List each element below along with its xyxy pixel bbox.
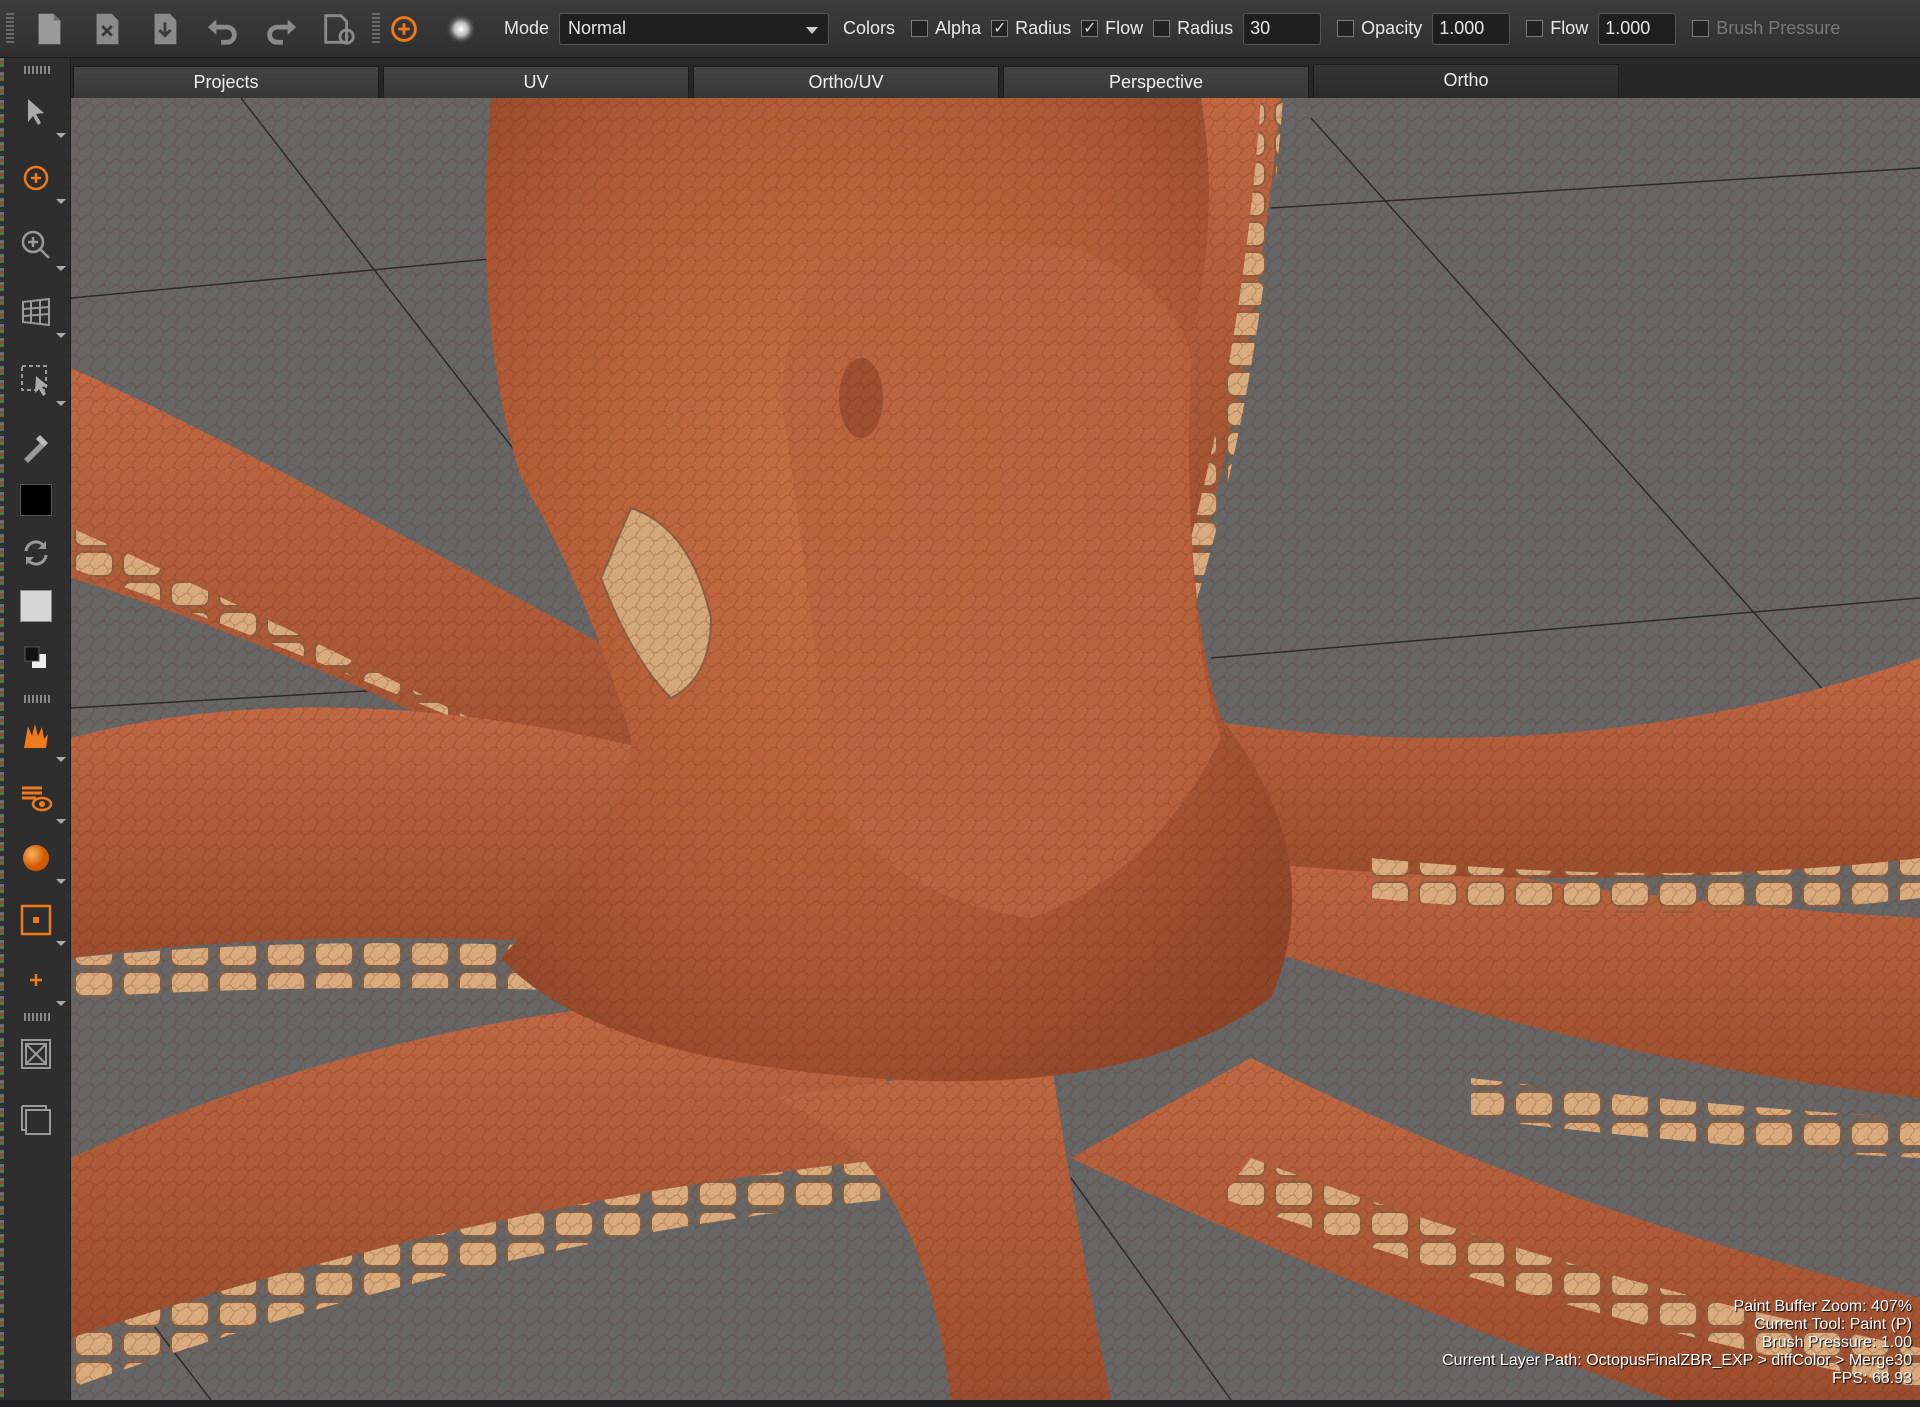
flow-checkbox[interactable] (1081, 18, 1099, 38)
radius-field-checkbox[interactable] (1153, 20, 1171, 37)
undo-button[interactable] (194, 4, 252, 54)
bottom-status-bar (0, 1400, 1920, 1407)
radius-checkbox[interactable] (991, 18, 1009, 38)
main-toolbar: Mode Normal Colors Alpha Radius Flow Rad… (0, 0, 1920, 58)
swap-colors-button[interactable] (14, 531, 58, 575)
save-file-button[interactable] (136, 4, 194, 54)
radius-label: Radius (1015, 18, 1072, 38)
resize-frame-icon (21, 1105, 51, 1135)
shading-sphere-button[interactable] (14, 836, 66, 884)
stamp-tool-icon (24, 724, 48, 748)
opacity-input[interactable]: 1.000 (1432, 12, 1511, 45)
close-frame-icon (21, 1039, 51, 1069)
swap-colors-icon (24, 540, 48, 566)
alpha-label: Alpha (935, 18, 982, 38)
chevron-down-icon (806, 26, 819, 34)
settings-button[interactable] (310, 4, 368, 54)
sidebar-edge (0, 58, 4, 1407)
zoom-icon (21, 230, 50, 259)
hud-paint-buffer-zoom: Paint Buffer Zoom: 407% (1733, 1298, 1912, 1315)
brush-preview-button[interactable] (426, 4, 496, 54)
redo-button[interactable] (252, 4, 310, 54)
undo-icon (207, 19, 237, 45)
sidebar-grip[interactable] (24, 66, 50, 74)
plus-icon (30, 974, 42, 986)
flow-input[interactable]: 1.000 (1598, 12, 1677, 45)
marquee-select-icon (21, 365, 48, 396)
flow-label: Flow (1105, 18, 1144, 38)
sidebar-grip-3[interactable] (24, 1013, 50, 1021)
mode-select[interactable]: Normal (559, 12, 830, 45)
hud-layer-path: Current Layer Path: OctopusFinalZBR_EXP … (1442, 1352, 1912, 1369)
save-file-icon (154, 13, 177, 44)
tab-projects[interactable]: Projects (73, 66, 379, 98)
default-colors-icon (24, 646, 46, 668)
crop-frame-button[interactable] (14, 898, 66, 946)
layer-visibility-button[interactable] (14, 776, 66, 824)
layer-visibility-icon (22, 786, 53, 812)
close-file-button[interactable] (78, 4, 136, 54)
paint-tool-icon (391, 15, 417, 42)
3d-viewport[interactable]: Paint Buffer Zoom: 407% Current Tool: Pa… (71, 98, 1920, 1400)
settings-icon (324, 13, 355, 45)
zoom-tool-button[interactable] (14, 223, 66, 271)
flow-field-label: Flow (1550, 18, 1589, 38)
paint-tool-button[interactable] (382, 4, 426, 54)
opacity-checkbox[interactable] (1337, 20, 1355, 37)
foreground-color-swatch[interactable] (14, 478, 58, 522)
new-file-icon (38, 13, 61, 44)
eyedropper-icon (24, 435, 48, 463)
tab-perspective[interactable]: Perspective (1003, 66, 1309, 98)
close-frame-button[interactable] (14, 1032, 58, 1076)
mode-select-value: Normal (568, 17, 627, 38)
tool-sidebar (0, 58, 71, 1407)
viewport-tabs: Projects UV Ortho/UV Perspective Ortho (71, 64, 1920, 98)
tab-ortho-uv[interactable]: Ortho/UV (693, 66, 999, 98)
grid-icon (22, 297, 50, 327)
sidebar-grip-2[interactable] (24, 695, 50, 703)
toolbar-grip[interactable] (6, 12, 14, 45)
add-button[interactable] (14, 958, 66, 1006)
brush-preview-icon (445, 13, 477, 44)
toolbar-grip-2[interactable] (372, 12, 380, 45)
hud-fps: FPS: 68.93 (1831, 1370, 1912, 1387)
brush-pressure-label: Brush Pressure (1716, 18, 1841, 38)
new-file-button[interactable] (20, 4, 78, 54)
octopus-body (71, 98, 1920, 1400)
hud-brush-pressure: Brush Pressure: 1.00 (1761, 1334, 1912, 1351)
marquee-select-button[interactable] (14, 358, 66, 406)
brush-pressure-checkbox[interactable] (1692, 20, 1710, 37)
select-arrow-icon (28, 99, 44, 125)
paint-tool-icon (23, 165, 49, 191)
flow-field-checkbox[interactable] (1526, 20, 1544, 37)
viewport-hud: Paint Buffer Zoom: 407% Current Tool: Pa… (1442, 1298, 1912, 1388)
default-colors-button[interactable] (14, 636, 58, 680)
tab-uv[interactable]: UV (383, 66, 689, 98)
grid-tool-button[interactable] (14, 290, 66, 338)
alpha-checkbox[interactable] (911, 20, 929, 37)
paint-tool-sidebar-button[interactable] (14, 156, 66, 204)
radius-input[interactable]: 30 (1243, 12, 1322, 45)
eyedropper-button[interactable] (14, 425, 58, 469)
octopus-model-render (71, 98, 1920, 1400)
hud-current-tool: Current Tool: Paint (P) (1754, 1316, 1912, 1333)
opacity-label: Opacity (1361, 18, 1423, 38)
close-file-icon (96, 13, 119, 44)
redo-icon (267, 19, 297, 45)
sphere-icon (23, 845, 49, 871)
background-color-swatch[interactable] (14, 584, 58, 628)
select-tool-button[interactable] (14, 90, 66, 138)
crop-frame-icon (20, 904, 52, 936)
mode-label: Mode (504, 18, 550, 38)
colors-label: Colors (843, 18, 896, 38)
stamp-tool-button[interactable] (14, 714, 66, 762)
resize-frame-button[interactable] (14, 1098, 58, 1142)
radius-field-label: Radius (1177, 18, 1234, 38)
tab-ortho[interactable]: Ortho (1313, 64, 1619, 98)
